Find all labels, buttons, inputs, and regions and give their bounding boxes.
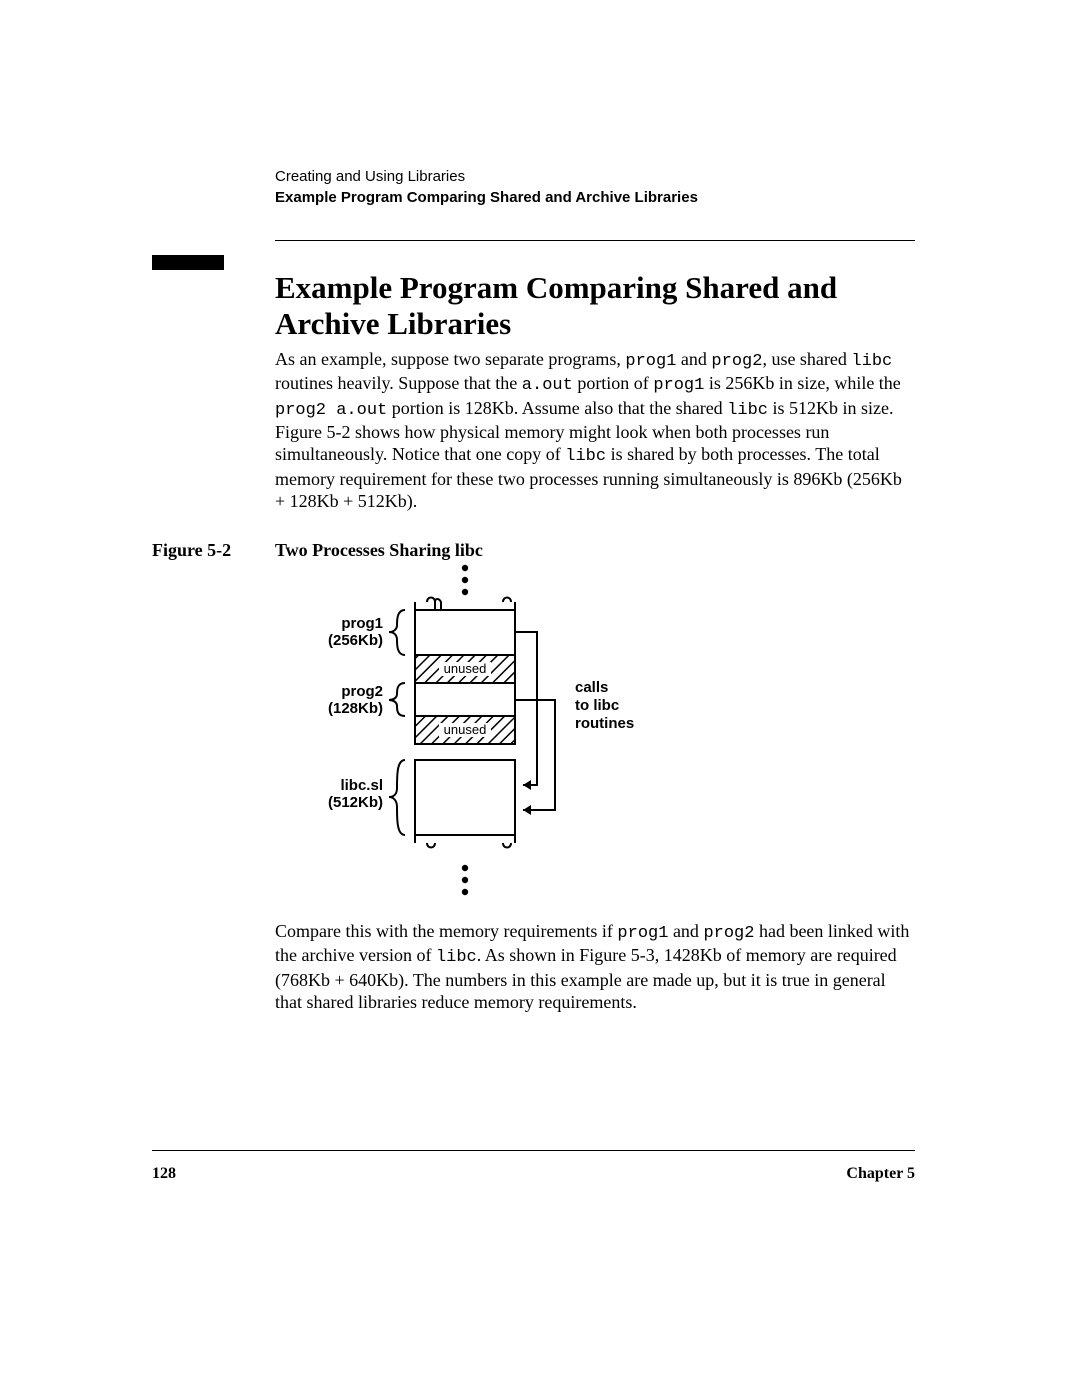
code-libc2: libc bbox=[727, 401, 768, 420]
text: portion of bbox=[573, 373, 654, 393]
running-header: Creating and Using Libraries Example Pro… bbox=[275, 168, 915, 206]
prog2-size: (128Kb) bbox=[328, 700, 383, 717]
text: routines heavily. Suppose that the bbox=[275, 373, 522, 393]
page: Creating and Using Libraries Example Pro… bbox=[0, 0, 1080, 1397]
code-prog1: prog1 bbox=[617, 924, 668, 943]
section-marker-bar bbox=[152, 255, 224, 270]
code-libc: libc bbox=[851, 352, 892, 371]
unused-label-2: unused bbox=[444, 722, 487, 737]
code-aout: a.out bbox=[522, 376, 573, 395]
calls-label-2: to libc bbox=[575, 697, 619, 714]
text: portion is 128Kb. Assume also that the s… bbox=[387, 398, 727, 418]
chapter-label: Chapter 5 bbox=[846, 1165, 915, 1183]
header-chapter: Creating and Using Libraries bbox=[275, 168, 915, 185]
code-prog2: prog2 bbox=[711, 352, 762, 371]
prog1-label: prog1 bbox=[341, 615, 383, 632]
header-section: Example Program Comparing Shared and Arc… bbox=[275, 189, 915, 206]
paragraph-2: Compare this with the memory requirement… bbox=[275, 920, 915, 1014]
calls-label-3: routines bbox=[575, 715, 634, 732]
code-libc: libc bbox=[436, 948, 477, 967]
figure-5-2: unused unused prog1 (256Kb) prog2 (128Kb… bbox=[275, 560, 915, 910]
prog2-label: prog2 bbox=[341, 683, 383, 700]
text: and bbox=[668, 921, 703, 941]
section-title: Example Program Comparing Shared and Arc… bbox=[275, 270, 915, 341]
code-prog2: prog2 bbox=[703, 924, 754, 943]
page-number: 128 bbox=[152, 1165, 176, 1183]
code-libc3: libc bbox=[565, 447, 606, 466]
code-prog1: prog1 bbox=[625, 352, 676, 371]
footer: 128 Chapter 5 bbox=[152, 1165, 915, 1183]
text: is 256Kb in size, while the bbox=[704, 373, 900, 393]
libc-size: (512Kb) bbox=[328, 794, 383, 811]
text: and bbox=[676, 349, 711, 369]
top-rule bbox=[275, 240, 915, 241]
libc-label: libc.sl bbox=[340, 777, 383, 794]
prog1-size: (256Kb) bbox=[328, 632, 383, 649]
code-prog2-aout: prog2 a.out bbox=[275, 401, 387, 420]
paragraph-1: As an example, suppose two separate prog… bbox=[275, 348, 915, 513]
text: As an example, suppose two separate prog… bbox=[275, 349, 625, 369]
calls-label-1: calls bbox=[575, 679, 608, 696]
bottom-rule bbox=[152, 1150, 915, 1151]
unused-label: unused bbox=[444, 661, 487, 676]
figure-caption: Two Processes Sharing libc bbox=[275, 540, 483, 561]
code-prog1b: prog1 bbox=[653, 376, 704, 395]
text: Compare this with the memory requirement… bbox=[275, 921, 617, 941]
figure-label: Figure 5-2 bbox=[152, 540, 231, 561]
text: , use shared bbox=[762, 349, 851, 369]
